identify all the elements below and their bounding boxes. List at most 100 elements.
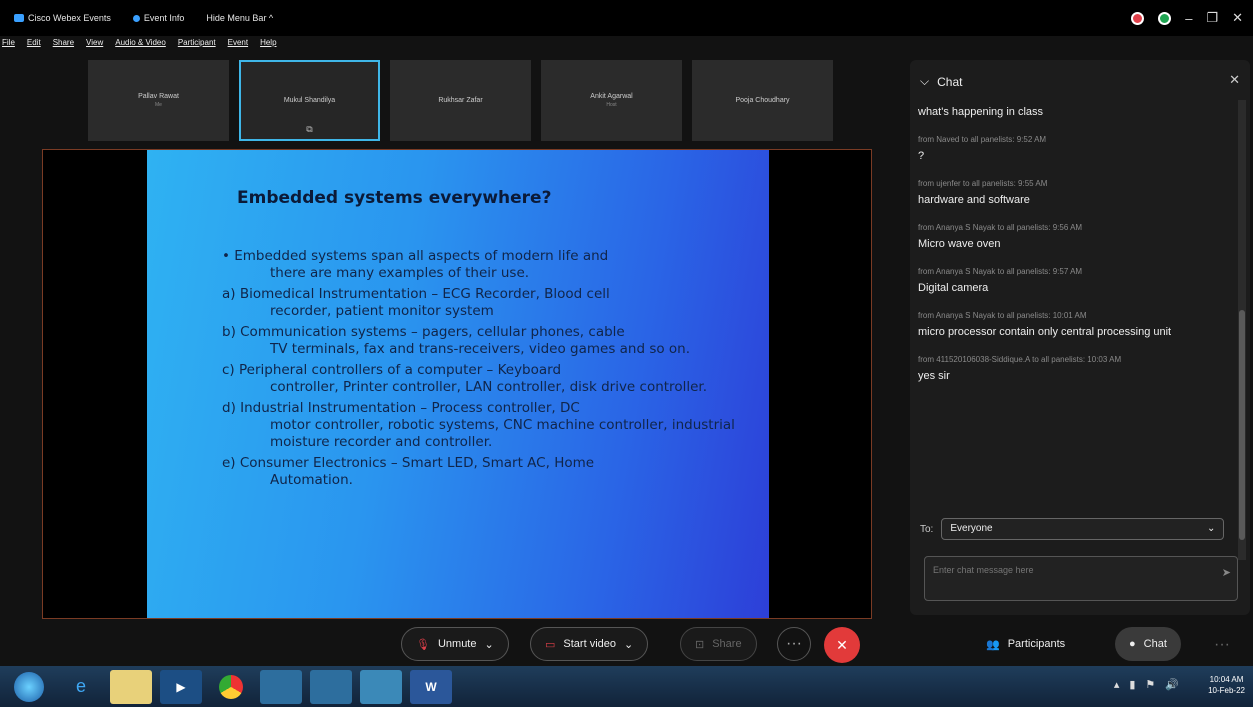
slide-point-cont: TV terminals, fax and trans-receivers, v… [270, 341, 691, 357]
chat-scrollbar[interactable] [1238, 100, 1246, 560]
slide-point-line: e) Consumer Electronics – Smart LED, Sma… [222, 455, 595, 471]
connection-status-icon[interactable] [1158, 11, 1172, 25]
message-sender: from 411520106038-Siddique.A to all pane… [918, 355, 1122, 364]
participant-tile-active-speaker[interactable]: Mukul Shandilya ⧉ [239, 60, 380, 141]
chat-message: from Naved to all panelists: 9:52 AM? [918, 132, 1233, 164]
chat-label: Chat [1143, 638, 1167, 650]
webex-taskbar-icon-2[interactable] [310, 669, 352, 704]
message-text: Digital camera [918, 282, 989, 294]
slide-point-cont: controller, Printer controller, LAN cont… [270, 379, 707, 395]
participant-tile[interactable]: Pooja Choudhary [692, 60, 833, 141]
message-text: micro processor contain only central pro… [918, 326, 1172, 338]
webex-window: Cisco Webex Events Event Info Hide Menu … [0, 0, 1253, 707]
video-off-icon: ▭ [545, 638, 556, 651]
unmute-button[interactable]: 🎙 Unmute ⌄ [401, 627, 509, 661]
chrome-taskbar-icon[interactable] [210, 670, 252, 704]
webex-active-taskbar-icon[interactable] [360, 669, 402, 704]
slide-point-line: d) Industrial Instrumentation – Process … [222, 400, 580, 416]
chat-message: what's happening in class [918, 104, 1233, 120]
participant-tile[interactable]: Ankit Agarwal Host [541, 60, 682, 141]
leave-meeting-button[interactable]: ✕ [824, 627, 860, 663]
chat-button[interactable]: ● Chat [1115, 627, 1181, 661]
close-chat-icon[interactable]: ✕ [1229, 72, 1240, 88]
participant-tile[interactable]: Rukhsar Zafar [390, 60, 531, 141]
participants-icon: 👥 [986, 638, 1000, 651]
media-taskbar-icon[interactable]: ▶ [160, 669, 202, 704]
message-text: yes sir [918, 370, 950, 382]
app-name: Cisco Webex Events [28, 13, 111, 23]
participant-name: Pallav Rawat [138, 93, 179, 100]
volume-icon[interactable]: 🔊 [1165, 678, 1179, 691]
taskbar-clock[interactable]: 10:04 AM 10-Feb-22 [1208, 674, 1245, 696]
title-bar: Cisco Webex Events Event Info Hide Menu … [0, 0, 1253, 36]
chat-message: from 411520106038-Siddique.A to all pane… [918, 352, 1233, 384]
chat-message-input[interactable] [925, 557, 1205, 583]
meeting-controls: 🎙 Unmute ⌄ ▭ Start video ⌄ ⊡ Share ··· ✕… [0, 624, 1253, 666]
word-taskbar-icon[interactable]: W [410, 669, 452, 704]
slide-point-cont: Automation. [270, 472, 353, 488]
flag-icon[interactable]: ⚑ [1145, 678, 1155, 691]
hide-menu-bar-button[interactable]: Hide Menu Bar ^ [206, 13, 273, 23]
windows-logo-icon [14, 671, 44, 702]
close-icon[interactable]: ✕ [1232, 10, 1243, 26]
start-video-label: Start video [563, 638, 616, 650]
slide-point: b) Communication systems – pagers, cellu… [222, 324, 742, 358]
slide-point-cont: motor controller, robotic systems, CNC m… [270, 417, 735, 450]
participant-name: Mukul Shandilya [283, 97, 336, 104]
start-button[interactable] [6, 670, 52, 704]
slide-point: d) Industrial Instrumentation – Process … [222, 400, 742, 451]
chat-header[interactable]: ⌵ Chat [920, 74, 962, 89]
menu-share[interactable]: Share [53, 38, 74, 54]
slide-point-cont: recorder, patient monitor system [270, 303, 494, 319]
clock-time: 10:04 AM [1209, 675, 1244, 684]
chevron-down-icon[interactable]: ⌄ [485, 638, 494, 651]
unmute-label: Unmute [437, 638, 477, 650]
recording-status-icon[interactable] [1131, 11, 1145, 25]
message-sender: from Ananya S Nayak to all panelists: 9:… [918, 267, 1083, 276]
chevron-down-icon[interactable]: ⌵ [920, 74, 929, 89]
menu-file[interactable]: File [2, 38, 15, 54]
chevron-down-icon: ⌄ [1206, 523, 1216, 534]
menu-help[interactable]: Help [260, 38, 276, 54]
chat-message: from Ananya S Nayak to all panelists: 10… [918, 308, 1233, 340]
chat-bubble-icon: ● [1129, 638, 1136, 650]
chevron-down-icon[interactable]: ⌄ [624, 638, 633, 651]
chat-input-box[interactable]: ➤ [924, 556, 1238, 601]
explorer-taskbar-icon[interactable] [110, 669, 152, 704]
more-icon[interactable]: ··· [1214, 636, 1230, 654]
chat-message: from Ananya S Nayak to all panelists: 9:… [918, 220, 1233, 252]
menu-audio-video[interactable]: Audio & Video [115, 38, 166, 54]
scrollbar-thumb[interactable] [1239, 310, 1245, 540]
message-text: what's happening in class [918, 106, 1044, 118]
minimize-icon[interactable]: – [1185, 11, 1192, 26]
slide-point-line: • Embedded systems span all aspects of m… [222, 248, 609, 264]
participant-thumbnails: Pallav Rawat Me Mukul Shandilya ⧉ Rukhsa… [88, 60, 833, 141]
more-options-icon[interactable]: ··· [777, 627, 811, 661]
participant-name: Rukhsar Zafar [438, 97, 483, 104]
restore-icon[interactable]: ❐ [1206, 10, 1218, 26]
slide-point-line: a) Biomedical Instrumentation – ECG Reco… [222, 286, 610, 302]
network-icon[interactable]: ▮ [1129, 678, 1135, 691]
system-tray: ▴ ▮ ⚑ 🔊 [1114, 678, 1179, 691]
tray-arrow-icon[interactable]: ▴ [1114, 678, 1120, 691]
slide-point: • Embedded systems span all aspects of m… [222, 248, 742, 282]
presentation-slide: Embedded systems everywhere? • Embedded … [147, 150, 769, 618]
send-icon[interactable]: ➤ [1222, 566, 1231, 579]
chat-title: Chat [937, 74, 963, 89]
webex-taskbar-icon[interactable] [260, 669, 302, 704]
participant-name: Pooja Choudhary [735, 97, 790, 104]
start-video-button[interactable]: ▭ Start video ⌄ [530, 627, 649, 661]
message-text: hardware and software [918, 194, 1030, 206]
menu-edit[interactable]: Edit [27, 38, 41, 54]
share-button[interactable]: ⊡ Share [680, 627, 757, 661]
recipient-row: To: Everyone ⌄ [920, 518, 1225, 540]
participant-tile[interactable]: Pallav Rawat Me [88, 60, 229, 141]
menu-participant[interactable]: Participant [178, 38, 216, 54]
recipient-select[interactable]: Everyone ⌄ [941, 518, 1225, 540]
ie-taskbar-icon[interactable]: e [60, 670, 102, 704]
clock-date: 10-Feb-22 [1208, 686, 1245, 695]
event-info-button[interactable]: Event Info [132, 13, 184, 23]
menu-event[interactable]: Event [228, 38, 248, 54]
menu-view[interactable]: View [86, 38, 103, 54]
participants-button[interactable]: 👥 Participants [972, 627, 1079, 661]
